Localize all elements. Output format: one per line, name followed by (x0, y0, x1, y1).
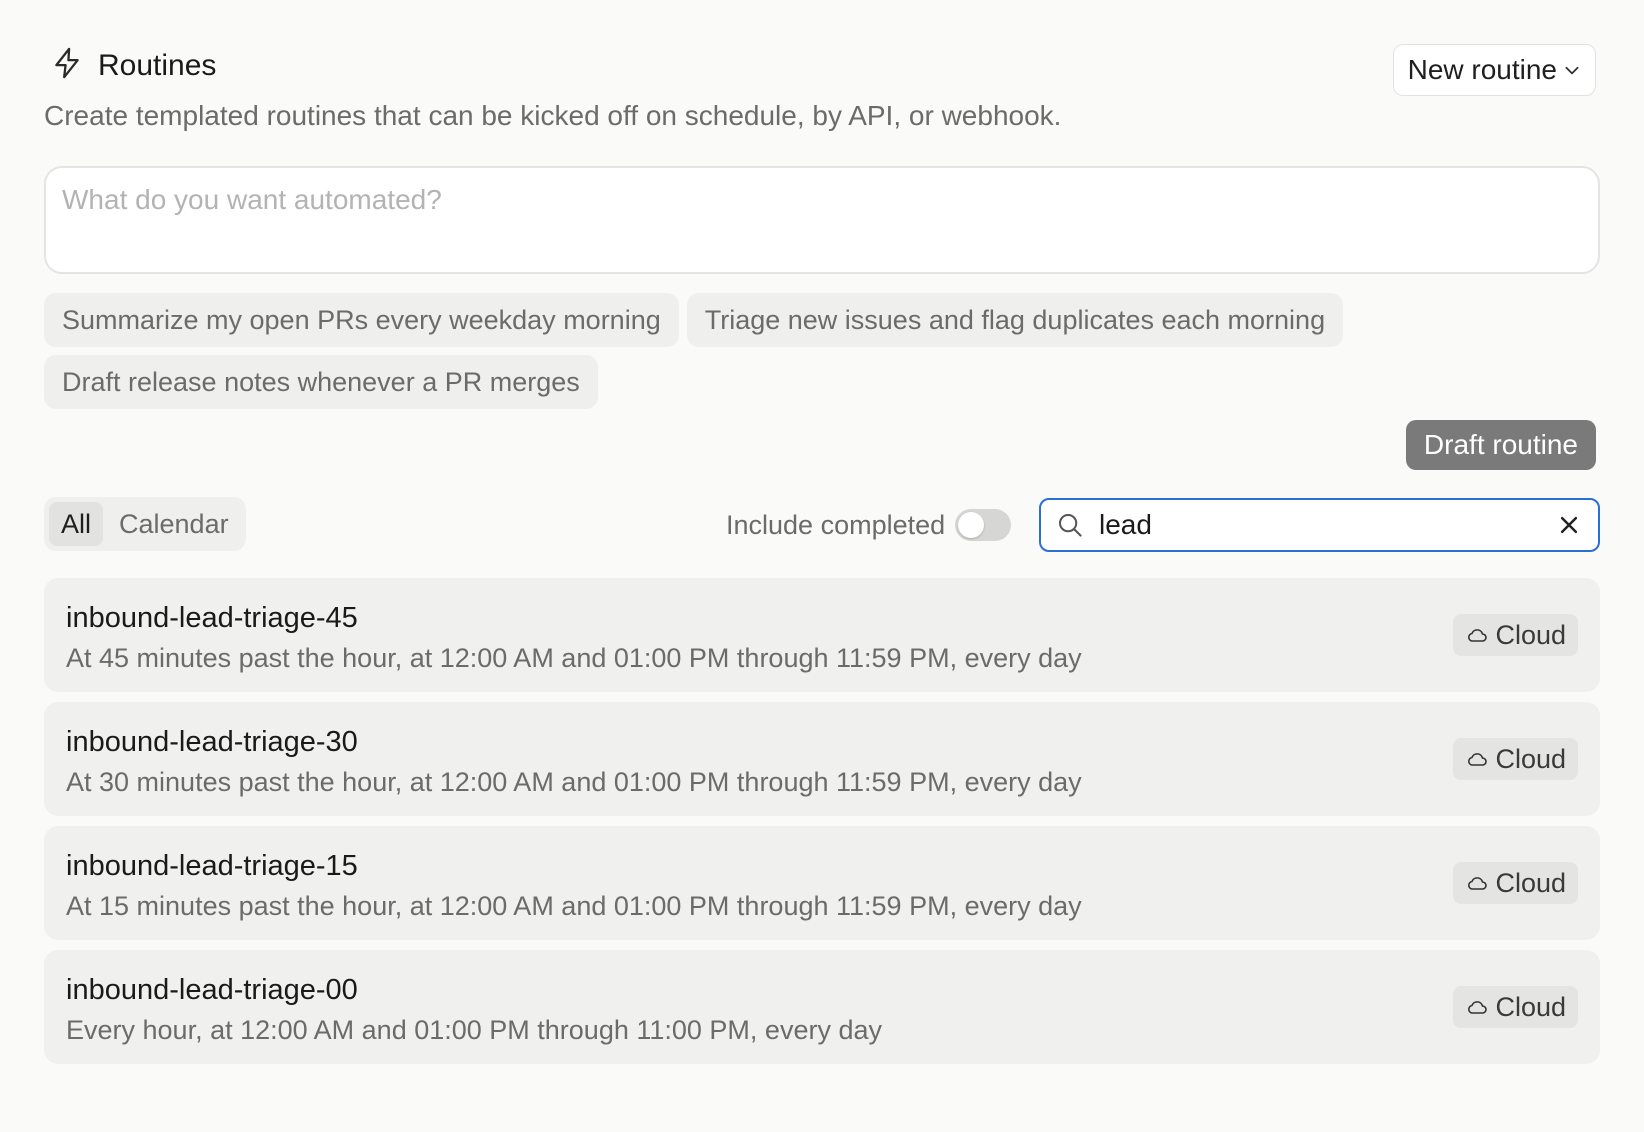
cloud-icon (1468, 629, 1488, 642)
tab-calendar[interactable]: Calendar (107, 502, 241, 546)
routine-name: inbound-lead-triage-00 (66, 974, 358, 1006)
routines-page: Routines Create templated routines that … (0, 0, 1644, 1132)
routine-row[interactable]: inbound-lead-triage-00 Every hour, at 12… (44, 950, 1600, 1064)
cloud-icon (1468, 877, 1488, 890)
badge-label: Cloud (1495, 743, 1566, 774)
lightning-icon (50, 46, 84, 85)
page-header: Routines Create templated routines that … (44, 0, 1600, 138)
new-routine-button[interactable]: New routine (1392, 44, 1596, 96)
suggestion-chip[interactable]: Triage new issues and flag duplicates ea… (686, 293, 1344, 347)
search-box (1039, 498, 1600, 552)
search-icon (1059, 514, 1082, 537)
cloud-icon (1468, 1001, 1488, 1014)
badge-label: Cloud (1495, 619, 1566, 650)
include-completed-control: Include completed (726, 505, 1012, 545)
cloud-badge: Cloud (1453, 986, 1578, 1028)
chevron-down-icon (1563, 54, 1581, 86)
routine-list: inbound-lead-triage-45 At 45 minutes pas… (44, 578, 1600, 1064)
page-title: Routines (98, 48, 217, 82)
routine-row[interactable]: inbound-lead-triage-30 At 30 minutes pas… (44, 702, 1600, 816)
suggestion-chip[interactable]: Draft release notes whenever a PR merges (44, 355, 598, 409)
tab-all[interactable]: All (49, 502, 104, 546)
routine-schedule: At 45 minutes past the hour, at 12:00 AM… (66, 643, 1082, 673)
search-input[interactable] (1099, 509, 1540, 541)
page-subtitle: Create templated routines that can be ki… (44, 100, 1062, 131)
routine-row[interactable]: inbound-lead-triage-15 At 15 minutes pas… (44, 826, 1600, 940)
routine-row[interactable]: inbound-lead-triage-45 At 45 minutes pas… (44, 578, 1600, 692)
routine-schedule: Every hour, at 12:00 AM and 01:00 PM thr… (66, 1015, 882, 1045)
title-row: Routines (50, 46, 216, 85)
new-routine-label: New routine (1407, 54, 1557, 85)
cloud-badge: Cloud (1453, 614, 1578, 656)
view-segmented-control: All Calendar (44, 497, 246, 551)
prompt-box[interactable] (44, 166, 1600, 274)
routine-name: inbound-lead-triage-30 (66, 726, 358, 758)
cloud-icon (1468, 753, 1488, 766)
cloud-badge: Cloud (1453, 738, 1578, 780)
include-completed-label: Include completed (726, 509, 946, 540)
include-completed-toggle[interactable] (955, 509, 1012, 541)
badge-label: Cloud (1495, 867, 1566, 898)
suggestion-chips: Summarize my open PRs every weekday morn… (44, 293, 1344, 409)
routine-schedule: At 15 minutes past the hour, at 12:00 AM… (66, 891, 1082, 921)
routine-name: inbound-lead-triage-45 (66, 602, 358, 634)
close-icon (1560, 516, 1578, 534)
routine-name: inbound-lead-triage-15 (66, 850, 358, 882)
clear-search-button[interactable] (1554, 510, 1584, 540)
draft-routine-button[interactable]: Draft routine (1405, 420, 1596, 470)
toggle-knob (958, 512, 985, 538)
routine-schedule: At 30 minutes past the hour, at 12:00 AM… (66, 767, 1082, 797)
suggestion-chip[interactable]: Summarize my open PRs every weekday morn… (44, 293, 679, 347)
automation-prompt-input[interactable] (62, 184, 1582, 256)
cloud-badge: Cloud (1453, 862, 1578, 904)
badge-label: Cloud (1495, 991, 1566, 1022)
